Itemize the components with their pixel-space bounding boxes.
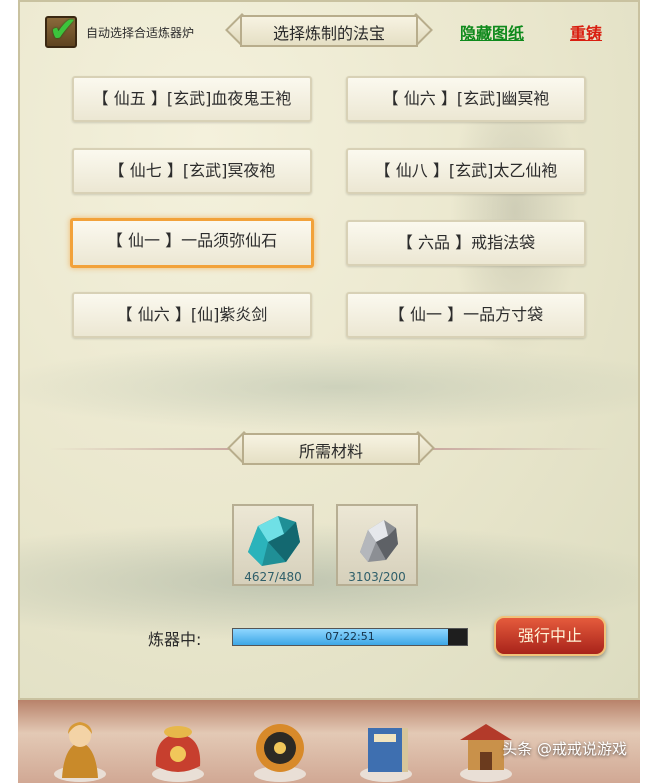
teal-ore-icon	[248, 516, 300, 566]
item-button[interactable]: 【 仙五 】[玄武]血夜鬼王袍	[72, 76, 312, 122]
item-button[interactable]: 【 仙六 】[玄武]幽冥袍	[346, 76, 586, 122]
checkmark-icon: ✔	[49, 10, 78, 50]
page-title: 选择炼制的法宝	[272, 24, 385, 43]
divider	[50, 448, 235, 450]
taiji-shield-icon[interactable]	[248, 712, 312, 782]
item-button[interactable]: 【 仙六 】[仙]紫炎剑	[72, 292, 312, 338]
forging-status-label: 炼器中:	[148, 630, 202, 649]
recast-link[interactable]: 重铸	[570, 20, 602, 44]
divider	[430, 448, 610, 450]
item-button[interactable]: 【 仙八 】[玄武]太乙仙袍	[346, 148, 586, 194]
item-button-selected[interactable]: 【 仙一 】一品须弥仙石	[70, 218, 314, 268]
item-button[interactable]: 【 仙一 】一品方寸袋	[346, 292, 586, 338]
treasure-bag-icon[interactable]	[146, 712, 210, 782]
force-abort-button[interactable]: 强行中止	[494, 616, 606, 656]
silver-ore-icon	[360, 520, 398, 562]
materials-banner: 所需材料	[227, 430, 435, 468]
auto-select-label: 自动选择合适炼器炉	[86, 26, 195, 40]
auto-select-checkbox[interactable]: ✔	[45, 12, 78, 48]
forging-timer: 07:22:51	[325, 630, 375, 643]
material-count: 4627/480	[244, 570, 302, 584]
material-slot[interactable]: 3103/200	[336, 504, 418, 586]
material-slot[interactable]: 4627/480	[232, 504, 314, 586]
title-banner: 选择炼制的法宝	[225, 12, 433, 50]
forging-progress-bar: 07:22:51	[232, 628, 468, 646]
materials-title: 所需材料	[298, 442, 363, 461]
item-button[interactable]: 【 仙七 】[玄武]冥夜袍	[72, 148, 312, 194]
hide-blueprint-link[interactable]: 隐藏图纸	[460, 20, 524, 44]
monk-icon[interactable]	[48, 712, 112, 782]
scroll-book-icon[interactable]	[354, 712, 418, 782]
item-button[interactable]: 【 六品 】戒指法袋	[346, 220, 586, 266]
watermark: 头条 @戒戒说游戏	[502, 740, 627, 758]
material-count: 3103/200	[348, 570, 406, 584]
